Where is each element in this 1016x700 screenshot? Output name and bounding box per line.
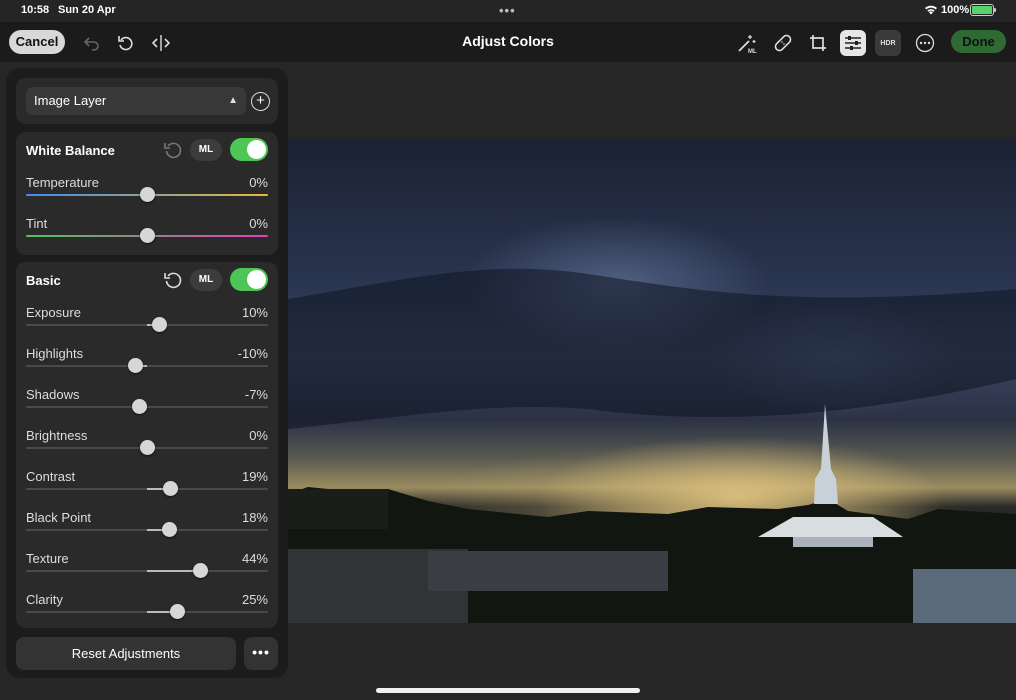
slider-value: 18%: [241, 510, 268, 525]
home-indicator[interactable]: [376, 688, 640, 693]
basic-reset-icon[interactable]: [163, 270, 183, 290]
healing-bandage-icon[interactable]: [770, 30, 796, 56]
basic-ml-button[interactable]: ML: [190, 269, 222, 291]
slider-value: 0%: [249, 428, 268, 443]
done-button[interactable]: Done: [951, 30, 1006, 53]
hdr-button[interactable]: HDR: [875, 30, 901, 56]
slider-label: Contrast: [26, 469, 76, 484]
slider-row-temperature[interactable]: Temperature 0%: [26, 175, 268, 215]
more-ellipsis-icon[interactable]: •••: [244, 637, 278, 670]
white-balance-section: White Balance ML Temperature 0% Tint 0%: [16, 132, 278, 255]
slider-row-clarity[interactable]: Clarity 25%: [26, 592, 268, 632]
slider-row-shadows[interactable]: Shadows -7%: [26, 387, 268, 427]
slider-label: Brightness: [26, 428, 88, 443]
slider-thumb[interactable]: [140, 228, 155, 243]
multitasking-dots-icon[interactable]: •••: [499, 3, 516, 18]
slider-track[interactable]: [26, 365, 268, 367]
layer-row: Image Layer ▲ +: [16, 78, 278, 124]
adjust-sliders-icon[interactable]: [840, 30, 866, 56]
white-balance-ml-button[interactable]: ML: [190, 139, 222, 161]
slider-row-tint[interactable]: Tint 0%: [26, 216, 268, 256]
basic-toggle[interactable]: [230, 268, 268, 291]
status-date: Sun 20 Apr: [58, 4, 116, 16]
top-toolbar: Cancel Adjust Colors ML HDR Done: [0, 22, 1016, 62]
slider-thumb[interactable]: [152, 317, 168, 332]
slider-label: Tint: [26, 216, 48, 231]
slider-value: 25%: [241, 592, 268, 607]
svg-text:ML: ML: [748, 49, 757, 54]
status-bar: 10:58 Sun 20 Apr ••• 100%: [0, 0, 1016, 22]
slider-row-brightness[interactable]: Brightness 0%: [26, 428, 268, 468]
slider-value: -7%: [244, 387, 268, 402]
slider-thumb[interactable]: [162, 481, 178, 496]
slider-thumb[interactable]: [170, 604, 186, 619]
slider-fill: [147, 570, 201, 572]
status-time: 10:58: [21, 4, 50, 16]
slider-value: 10%: [241, 305, 268, 320]
slider-row-exposure[interactable]: Exposure 10%: [26, 305, 268, 345]
slider-label: Black Point: [26, 510, 92, 525]
slider-thumb[interactable]: [193, 563, 209, 578]
layer-selector[interactable]: Image Layer ▲: [26, 87, 246, 115]
adjustments-panel: Image Layer ▲ + White Balance ML Tempera…: [6, 68, 288, 678]
photo-preview[interactable]: [288, 139, 1016, 623]
slider-value: 0%: [249, 216, 268, 231]
layer-name: Image Layer: [34, 93, 107, 108]
slider-thumb[interactable]: [161, 522, 177, 537]
slider-value: -10%: [237, 346, 268, 361]
slider-label: Clarity: [26, 592, 63, 607]
white-balance-title: White Balance: [26, 143, 115, 158]
slider-thumb[interactable]: [140, 440, 155, 455]
white-balance-reset-icon[interactable]: [163, 140, 183, 160]
white-balance-toggle[interactable]: [230, 138, 268, 161]
slider-label: Exposure: [26, 305, 81, 320]
more-options-icon[interactable]: [912, 30, 938, 56]
slider-row-contrast[interactable]: Contrast 19%: [26, 469, 268, 509]
slider-row-black-point[interactable]: Black Point 18%: [26, 510, 268, 550]
add-layer-icon[interactable]: +: [251, 92, 270, 111]
slider-value: 44%: [241, 551, 268, 566]
slider-row-highlights[interactable]: Highlights -10%: [26, 346, 268, 386]
slider-row-texture[interactable]: Texture 44%: [26, 551, 268, 591]
battery-percent: 100%: [941, 4, 970, 16]
slider-label: Temperature: [26, 175, 99, 190]
ml-magic-wand-icon[interactable]: ML: [734, 30, 760, 56]
slider-label: Shadows: [26, 387, 80, 402]
slider-value: 19%: [241, 469, 268, 484]
battery-icon: [970, 4, 996, 16]
slider-thumb[interactable]: [131, 399, 147, 414]
slider-thumb[interactable]: [140, 187, 155, 202]
chevron-updown-icon: ▲: [228, 95, 238, 106]
slider-value: 0%: [249, 175, 268, 190]
slider-label: Texture: [26, 551, 69, 566]
slider-label: Highlights: [26, 346, 84, 361]
reset-adjustments-button[interactable]: Reset Adjustments: [16, 637, 236, 670]
slider-track[interactable]: [26, 406, 268, 408]
basic-section: Basic ML Exposure 10% Highlights -10% Shadow…: [16, 262, 278, 628]
basic-title: Basic: [26, 273, 61, 288]
wifi-icon: [924, 4, 938, 18]
slider-thumb[interactable]: [127, 358, 143, 373]
crop-icon[interactable]: [805, 30, 831, 56]
